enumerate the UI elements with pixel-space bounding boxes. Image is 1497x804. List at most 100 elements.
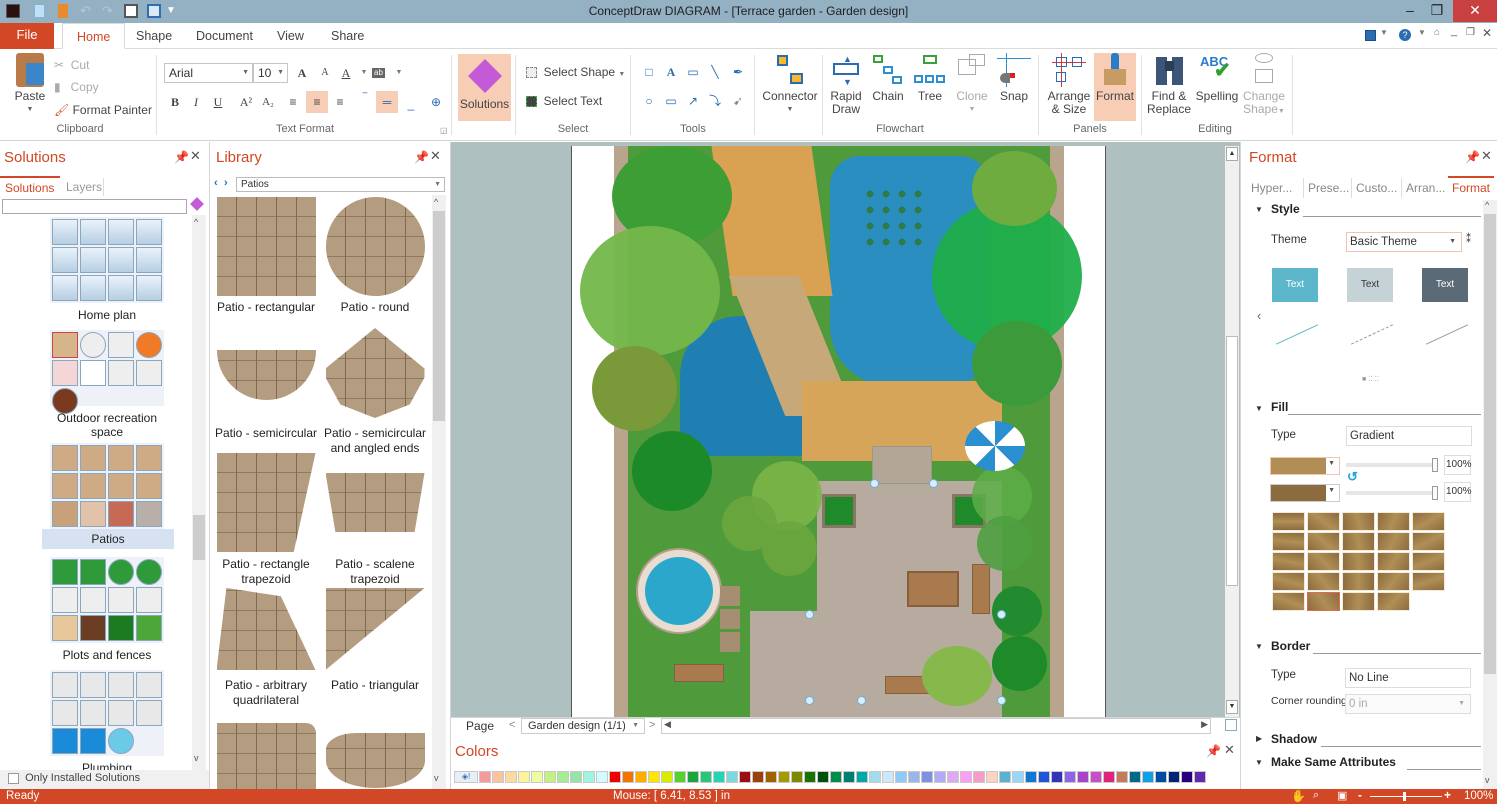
align-bottom-icon[interactable]: _	[402, 95, 420, 113]
gradient-preset[interactable]	[1342, 572, 1375, 591]
color-swatch[interactable]	[518, 771, 530, 783]
swap-colors-icon[interactable]: ↺	[1347, 469, 1358, 485]
scroll-down-icon[interactable]: v	[194, 753, 199, 763]
tab-hyperlink[interactable]: Hyper...	[1251, 178, 1292, 198]
direct-selection-icon[interactable]: ➹	[729, 92, 747, 110]
align-center-icon[interactable]: ≡	[306, 91, 328, 113]
color-swatch[interactable]	[1181, 771, 1193, 783]
spelling-button[interactable]: ABC ✔ Spelling	[1194, 53, 1240, 103]
library-item[interactable]: Patio - semicircular	[212, 328, 320, 441]
tab-format[interactable]: Format	[1448, 176, 1495, 198]
style-swatch[interactable]: Text	[1272, 268, 1318, 302]
scroll-up-icon[interactable]: ^	[434, 197, 438, 207]
collapse-arrow-icon[interactable]: ▼	[1255, 642, 1263, 651]
tab-presentation[interactable]: Prese...	[1303, 178, 1349, 198]
chain-button[interactable]: Chain	[868, 53, 908, 103]
align-top-icon[interactable]: ‾	[356, 89, 374, 107]
pin-icon[interactable]: 📌	[1465, 150, 1480, 164]
fill-opacity-1-input[interactable]: 100%	[1444, 455, 1472, 475]
callout-tool-icon[interactable]: ▭	[684, 63, 702, 81]
gradient-preset[interactable]	[1342, 552, 1375, 571]
collapse-ribbon-icon[interactable]: ⌂	[1434, 27, 1440, 38]
gradient-preset[interactable]	[1342, 532, 1375, 551]
solution-group-outdoor-recreation[interactable]: Outdoor recreation space	[40, 330, 174, 439]
color-swatch[interactable]	[700, 771, 712, 783]
close-icon[interactable]: ✕	[190, 148, 201, 164]
tab-view[interactable]: View	[263, 23, 318, 49]
gradient-preset[interactable]	[1272, 572, 1305, 591]
color-swatch[interactable]	[1064, 771, 1076, 783]
selection-handle[interactable]	[997, 696, 1006, 705]
color-swatch[interactable]	[687, 771, 699, 783]
fill-opacity-2-input[interactable]: 100%	[1444, 482, 1472, 502]
scrollbar-thumb[interactable]	[1484, 214, 1496, 674]
color-swatch[interactable]	[492, 771, 504, 783]
color-swatch[interactable]	[908, 771, 920, 783]
style-section-header[interactable]: Style	[1271, 202, 1300, 216]
tab-custom-properties[interactable]: Custo...	[1351, 178, 1397, 198]
collapse-arrow-icon[interactable]: ▼	[1255, 205, 1263, 214]
scrollbar-thumb[interactable]	[1226, 336, 1238, 586]
color-swatch[interactable]	[648, 771, 660, 783]
library-back-icon[interactable]: ‹	[214, 177, 218, 189]
color-swatch[interactable]	[739, 771, 751, 783]
slider-thumb[interactable]	[1432, 486, 1438, 500]
fill-type-select[interactable]: Gradient	[1346, 426, 1472, 446]
format-panel-button[interactable]: Format	[1094, 53, 1136, 121]
italic-button[interactable]: I	[187, 93, 205, 111]
color-swatch[interactable]	[1038, 771, 1050, 783]
doc-restore-icon[interactable]: ❐	[1466, 27, 1475, 38]
color-swatch[interactable]	[778, 771, 790, 783]
layout-icon[interactable]	[1365, 30, 1376, 41]
layout-dropdown-icon[interactable]: ▼	[1380, 28, 1388, 37]
selection-handle[interactable]	[805, 610, 814, 619]
color-swatch[interactable]	[895, 771, 907, 783]
color-picker-icon[interactable]: ◈!	[454, 771, 478, 783]
zoom-in-button[interactable]: +	[1444, 788, 1451, 802]
expand-arrow-icon[interactable]: ▶	[1256, 734, 1262, 743]
color-swatch[interactable]	[765, 771, 777, 783]
color-swatch[interactable]	[830, 771, 842, 783]
pen-tool-icon[interactable]: ✒	[729, 63, 747, 81]
connector-style-gray[interactable]	[1425, 324, 1469, 345]
selection-handle[interactable]	[997, 610, 1006, 619]
gradient-preset[interactable]	[1272, 512, 1305, 531]
connector-style-solid[interactable]	[1275, 324, 1319, 345]
only-installed-checkbox[interactable]	[8, 772, 19, 784]
color-swatch[interactable]	[661, 771, 673, 783]
border-section-header[interactable]: Border	[1271, 639, 1310, 653]
text-box-tool-icon[interactable]: ▭	[662, 92, 680, 110]
solutions-button[interactable]: Solutions	[458, 54, 511, 121]
file-tab[interactable]: File	[0, 23, 54, 49]
scroll-up-icon[interactable]: ▲	[1226, 147, 1238, 161]
align-middle-icon[interactable]: ═	[376, 91, 398, 113]
fill-opacity-1-slider[interactable]	[1346, 458, 1438, 472]
library-item[interactable]: Patio - rectangular	[212, 197, 320, 315]
library-item[interactable]	[321, 733, 429, 788]
highlight-dropdown-icon[interactable]: ▼	[390, 64, 408, 82]
library-item[interactable]: Patio - scalene trapezoid	[321, 453, 429, 587]
gradient-preset[interactable]	[1377, 552, 1410, 571]
tab-share[interactable]: Share	[317, 23, 378, 49]
collapse-arrow-icon[interactable]: ▼	[1255, 404, 1263, 413]
gradient-preset[interactable]	[1377, 532, 1410, 551]
make-same-attributes-header[interactable]: Make Same Attributes	[1271, 755, 1396, 769]
color-swatch[interactable]	[1168, 771, 1180, 783]
color-swatch[interactable]	[505, 771, 517, 783]
color-swatch[interactable]	[1077, 771, 1089, 783]
color-swatch[interactable]	[1103, 771, 1115, 783]
help-icon[interactable]: ?	[1399, 29, 1411, 41]
change-shape-button[interactable]: Change Shape▼	[1242, 53, 1286, 118]
theme-options-icon[interactable]: ⁑	[1466, 234, 1471, 245]
color-swatch[interactable]	[609, 771, 621, 783]
color-swatch[interactable]	[635, 771, 647, 783]
library-item[interactable]: Patio - arbitrary quadrilateral	[212, 588, 320, 708]
scrollbar-thumb[interactable]	[193, 515, 205, 560]
scroll-up-icon[interactable]: ^	[1485, 200, 1489, 210]
color-swatch[interactable]	[856, 771, 868, 783]
line-tool-icon[interactable]: ╲	[706, 63, 724, 81]
solution-group-plumbing[interactable]: Plumbing	[40, 670, 174, 770]
color-swatch[interactable]	[544, 771, 556, 783]
gradient-preset[interactable]	[1377, 592, 1410, 611]
color-swatch[interactable]	[1090, 771, 1102, 783]
